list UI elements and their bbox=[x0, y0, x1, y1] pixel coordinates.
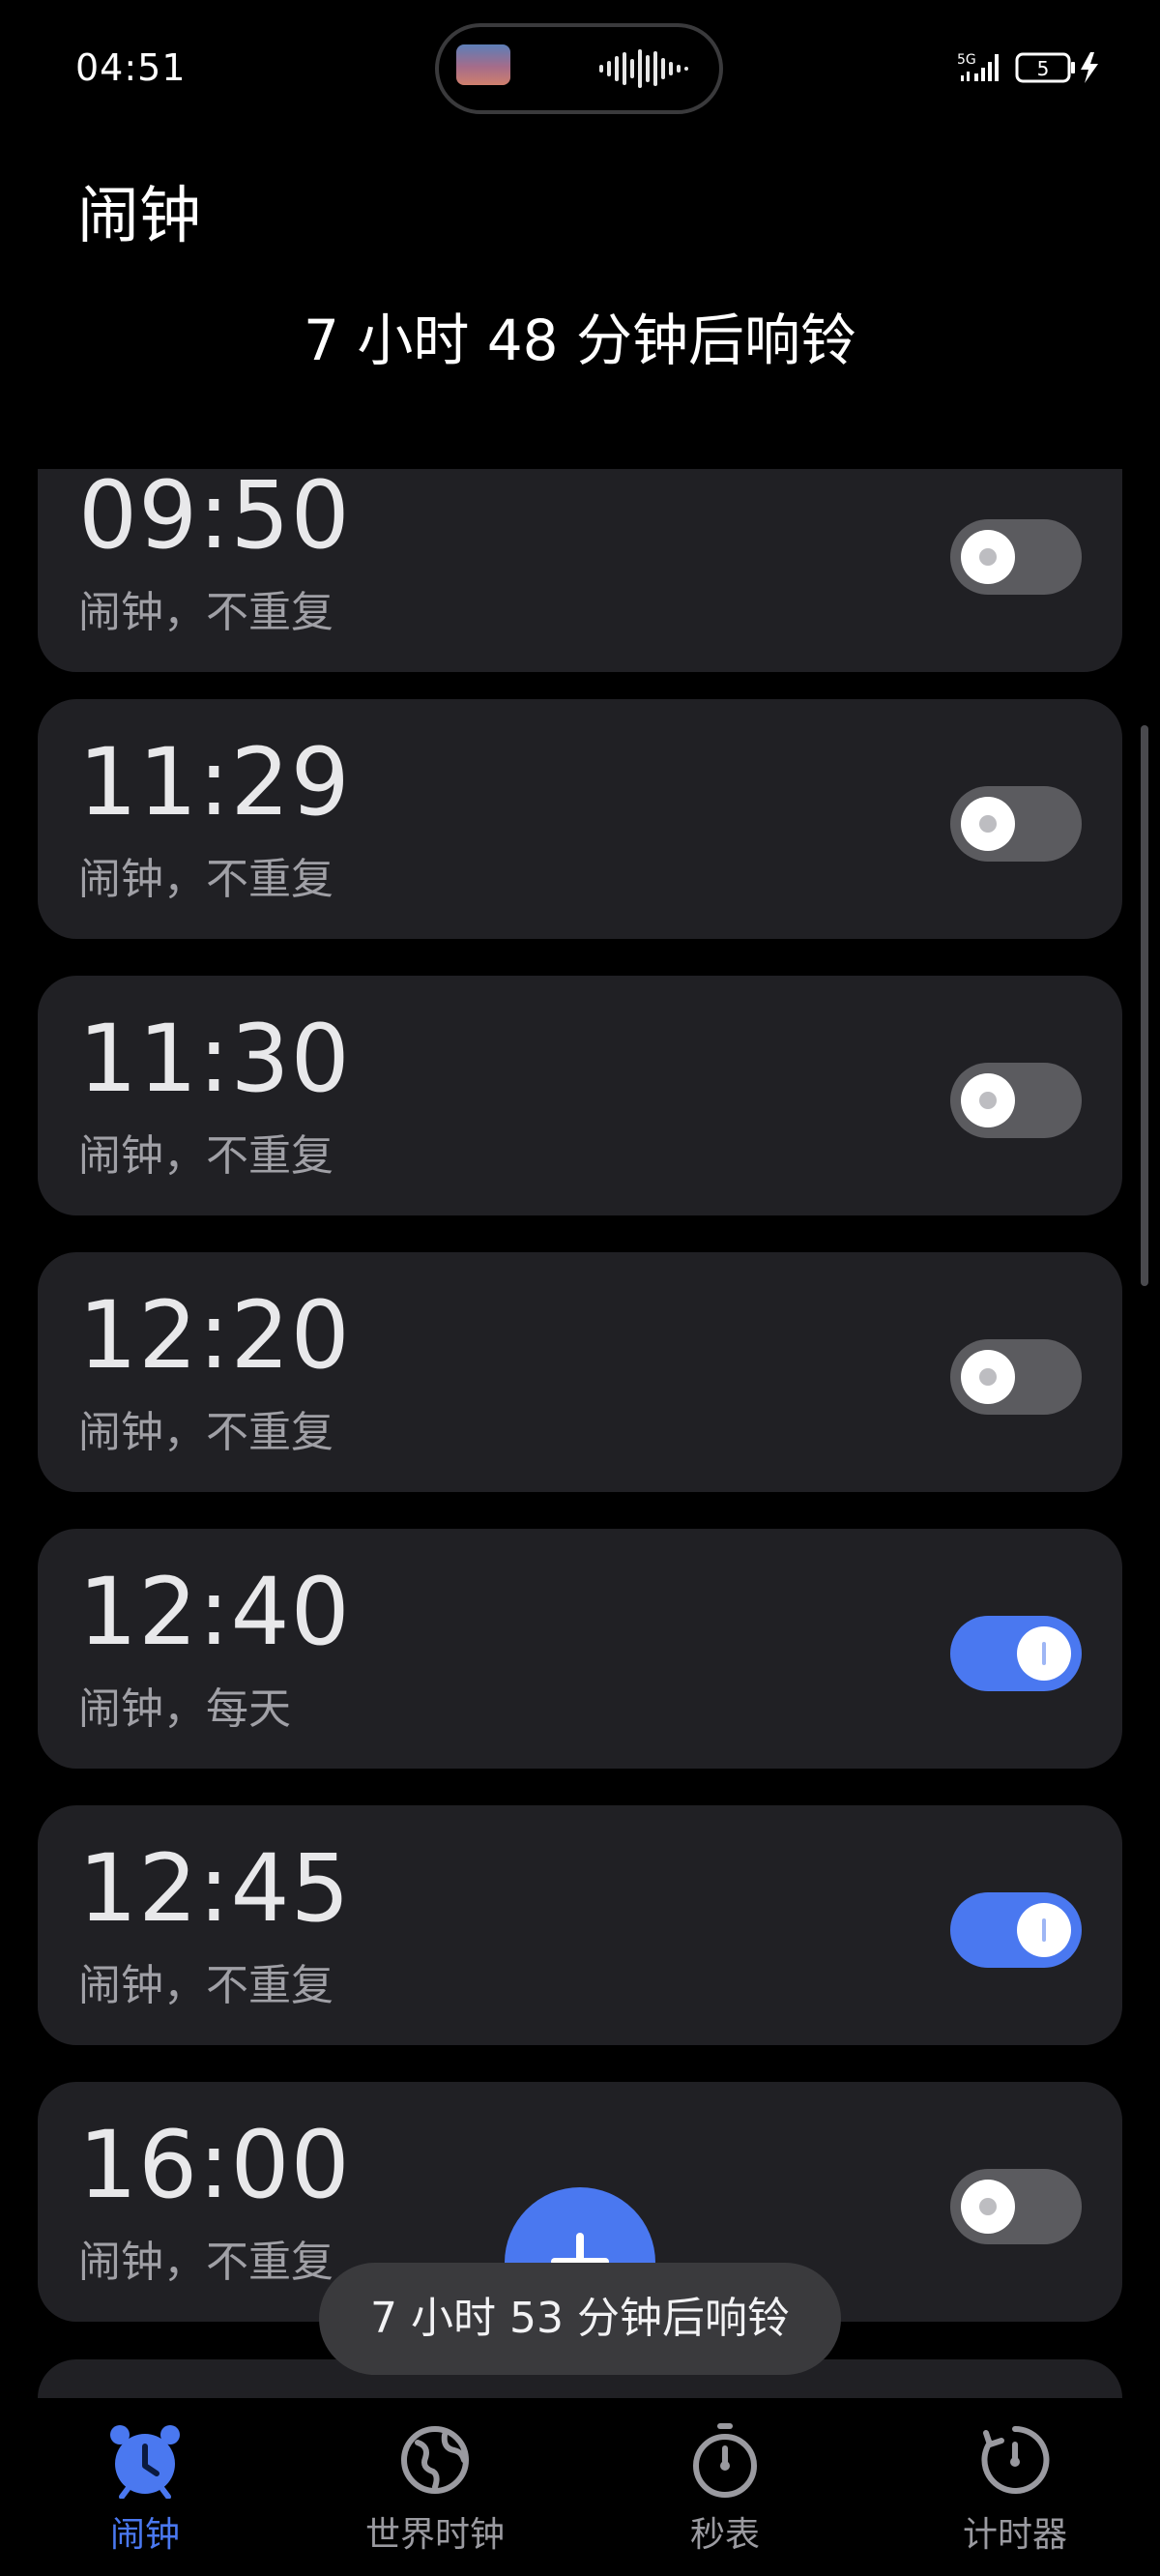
dynamic-island[interactable] bbox=[435, 23, 723, 114]
tab-label: 秒表 bbox=[689, 2515, 760, 2555]
alarm-repeat-label: 闹钟，每天 bbox=[78, 1684, 291, 1734]
tab-stopwatch[interactable]: 秒表 bbox=[580, 2398, 870, 2576]
alarm-time: 12:45 bbox=[78, 1834, 351, 1943]
alarm-toggle[interactable] bbox=[950, 1063, 1082, 1138]
alarm-card[interactable]: 12:45 闹钟，不重复 bbox=[38, 1805, 1122, 2045]
alarm-repeat-label: 闹钟，不重复 bbox=[78, 1408, 334, 1457]
status-indicators: 5G 5 bbox=[957, 48, 1112, 87]
status-time: 04:51 bbox=[75, 46, 187, 89]
alarm-toggle[interactable] bbox=[950, 1339, 1082, 1415]
alarm-repeat-label: 闹钟，不重复 bbox=[78, 855, 334, 904]
network-type-label: 5G bbox=[957, 52, 976, 68]
alarm-repeat-label: 闹钟，不重复 bbox=[78, 588, 334, 637]
alarm-card[interactable]: 12:20 闹钟，不重复 bbox=[38, 1252, 1122, 1492]
alarm-time: 11:29 bbox=[78, 728, 351, 836]
stopwatch-icon bbox=[686, 2421, 764, 2499]
alarm-toggle[interactable] bbox=[950, 2169, 1082, 2244]
toggle-knob bbox=[1017, 1626, 1071, 1681]
alarm-card[interactable]: 11:29 闹钟，不重复 bbox=[38, 699, 1122, 939]
alarm-time: 16:00 bbox=[78, 2111, 351, 2219]
tab-label: 世界时钟 bbox=[364, 2515, 505, 2555]
alarm-repeat-label: 闹钟，不重复 bbox=[78, 1131, 334, 1181]
alarm-repeat-label: 闹钟，不重复 bbox=[78, 2238, 334, 2287]
alarm-repeat-label: 闹钟，不重复 bbox=[78, 1961, 334, 2010]
tab-timer[interactable]: 计时器 bbox=[870, 2398, 1160, 2576]
toggle-knob bbox=[961, 530, 1015, 584]
alarm-card[interactable]: 09:50 闹钟，不重复 bbox=[38, 469, 1122, 672]
alarm-time: 12:20 bbox=[78, 1281, 351, 1390]
tab-label: 计时器 bbox=[962, 2515, 1067, 2555]
alarm-time: 11:30 bbox=[78, 1005, 351, 1113]
media-thumbnail bbox=[456, 44, 510, 85]
toggle-knob bbox=[961, 1073, 1015, 1127]
status-bar: 04:51 5G 5 bbox=[0, 0, 1160, 135]
bottom-navigation: 闹钟 世界时钟 秒表 计时器 bbox=[0, 2398, 1160, 2576]
page-title: 闹钟 bbox=[77, 181, 201, 252]
tab-label: 闹钟 bbox=[109, 2515, 180, 2555]
battery-icon: 5 bbox=[1015, 52, 1075, 83]
toggle-knob bbox=[961, 1350, 1015, 1404]
alarm-card[interactable]: 11:30 闹钟，不重复 bbox=[38, 976, 1122, 1215]
alarm-clock-icon bbox=[106, 2421, 184, 2500]
bolt-icon bbox=[1081, 52, 1098, 83]
alarm-card[interactable]: 12:40 闹钟，每天 bbox=[38, 1529, 1122, 1769]
toggle-knob bbox=[1017, 1903, 1071, 1957]
alarm-time: 09:50 bbox=[78, 469, 351, 570]
toggle-knob bbox=[961, 2180, 1015, 2234]
toggle-knob bbox=[961, 797, 1015, 851]
toast-message: 7 小时 53 分钟后响铃 bbox=[319, 2263, 841, 2375]
alarm-toggle[interactable] bbox=[950, 519, 1082, 595]
alarm-list[interactable]: 09:50 闹钟，不重复 11:29 闹钟，不重复 11:30 闹钟，不重复 1… bbox=[0, 469, 1160, 2398]
globe-icon bbox=[396, 2421, 474, 2499]
alarm-toggle[interactable] bbox=[950, 786, 1082, 862]
tab-alarm[interactable]: 闹钟 bbox=[0, 2398, 290, 2576]
alarm-toggle[interactable] bbox=[950, 1616, 1082, 1691]
timer-icon bbox=[976, 2421, 1054, 2499]
alarm-toggle[interactable] bbox=[950, 1892, 1082, 1968]
battery-level: 5 bbox=[1037, 57, 1050, 80]
next-ring-summary: 7 小时 48 分钟后响铃 bbox=[303, 307, 856, 373]
alarm-time: 12:40 bbox=[78, 1558, 351, 1666]
scrollbar[interactable] bbox=[1141, 725, 1148, 1286]
audio-waveform-icon bbox=[597, 48, 698, 93]
tab-world-clock[interactable]: 世界时钟 bbox=[290, 2398, 580, 2576]
